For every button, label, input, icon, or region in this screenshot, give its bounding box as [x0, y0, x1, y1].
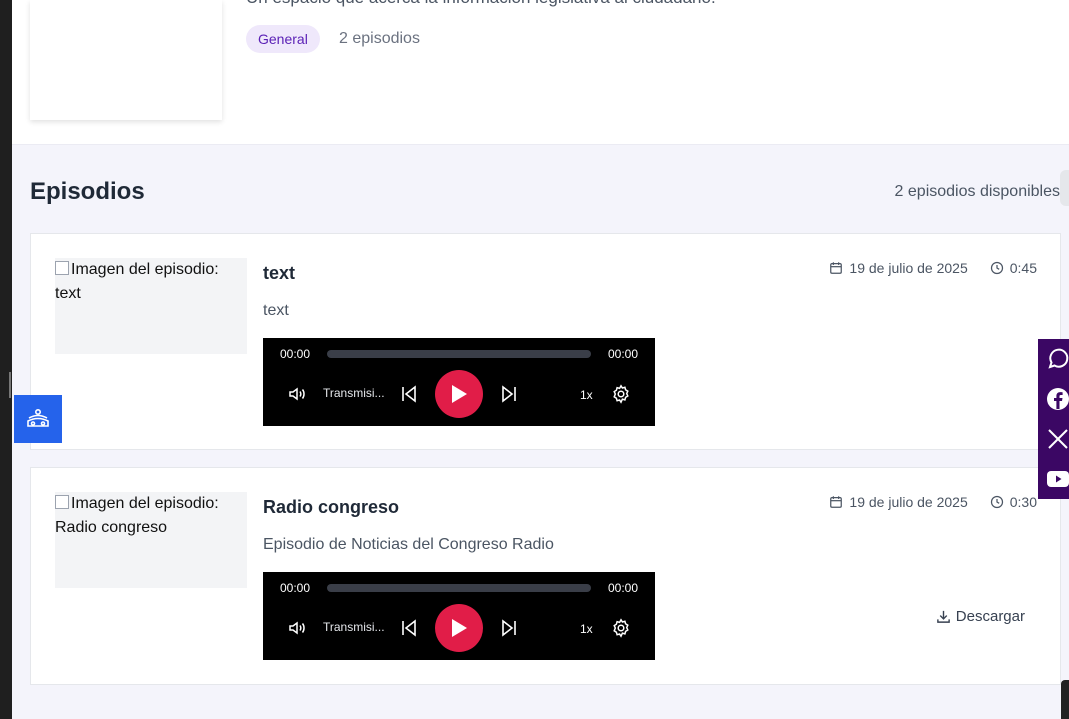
- episode-card: Imagen del episodio: text text text 19 d…: [30, 233, 1061, 450]
- playback-speed[interactable]: 1x: [580, 388, 593, 402]
- audio-player: 00:00 00:00 Transmisi... 1x: [263, 338, 655, 426]
- play-icon: [452, 619, 467, 637]
- episode-meta: 19 de julio de 2025 0:45: [829, 260, 1037, 276]
- episode-image: Imagen del episodio: Radio congreso: [55, 492, 247, 588]
- settings-icon[interactable]: [611, 618, 631, 638]
- episode-image-alt: Imagen del episodio: Radio congreso: [55, 495, 219, 536]
- total-time: 00:00: [607, 581, 638, 595]
- download-button[interactable]: Descargar: [936, 608, 1025, 625]
- stream-label: Transmisi...: [323, 386, 385, 400]
- download-icon: [936, 610, 950, 623]
- skip-forward-icon[interactable]: [500, 384, 518, 404]
- podcast-episode-count: 2 episodios: [339, 30, 420, 47]
- window-left-edge: [0, 0, 12, 719]
- podcast-description: Un espacio que acerca la información leg…: [246, 0, 716, 8]
- episode-date: 19 de julio de 2025: [849, 494, 968, 510]
- broken-image-icon: [55, 495, 69, 509]
- calendar-icon: [830, 496, 843, 508]
- episode-image-alt: Imagen del episodio: text: [55, 261, 219, 302]
- episode-description: Episodio de Noticias del Congreso Radio: [263, 536, 554, 553]
- clock-icon: [990, 261, 1003, 275]
- play-button[interactable]: [435, 370, 483, 418]
- episode-image: Imagen del episodio: text: [55, 258, 247, 354]
- volume-icon[interactable]: [287, 618, 307, 638]
- episode-title[interactable]: text: [263, 263, 295, 284]
- skip-back-icon[interactable]: [400, 384, 418, 404]
- episodes-heading: Episodios: [30, 178, 145, 205]
- episodes-available-count: 2 episodios disponibles: [894, 183, 1060, 200]
- calendar-icon: [830, 262, 843, 274]
- youtube-icon[interactable]: [1046, 467, 1069, 491]
- broken-image-icon: [55, 261, 69, 275]
- skip-back-icon[interactable]: [400, 618, 418, 638]
- episode-date: 19 de julio de 2025: [849, 260, 968, 276]
- playback-speed[interactable]: 1x: [580, 622, 593, 636]
- current-time: 00:00: [280, 347, 311, 361]
- play-button[interactable]: [435, 604, 483, 652]
- facebook-icon[interactable]: [1046, 387, 1069, 411]
- progress-bar[interactable]: [327, 350, 591, 358]
- episode-description: text: [263, 302, 289, 319]
- category-badge[interactable]: General: [246, 25, 320, 53]
- x-icon[interactable]: [1046, 427, 1069, 451]
- accessibility-icon: [27, 408, 49, 427]
- episode-duration: 0:45: [1009, 260, 1037, 276]
- clock-icon: [990, 495, 1003, 509]
- scroll-to-top-button[interactable]: [1061, 680, 1069, 719]
- audio-player: 00:00 00:00 Transmisi... 1x: [263, 572, 655, 660]
- episode-meta: 19 de julio de 2025 0:30: [829, 494, 1037, 510]
- resize-handle[interactable]: [9, 372, 11, 398]
- episode-title[interactable]: Radio congreso: [263, 497, 399, 518]
- volume-icon[interactable]: [287, 384, 307, 404]
- episode-duration: 0:30: [1009, 494, 1037, 510]
- progress-bar[interactable]: [327, 584, 591, 592]
- settings-icon[interactable]: [611, 384, 631, 404]
- play-icon: [452, 385, 467, 403]
- current-time: 00:00: [280, 581, 311, 595]
- total-time: 00:00: [607, 347, 638, 361]
- podcast-cover: [30, 0, 222, 120]
- download-label: Descargar: [955, 608, 1025, 625]
- stream-label: Transmisi...: [323, 620, 385, 634]
- floating-corner-button[interactable]: [1060, 170, 1069, 206]
- whatsapp-icon[interactable]: [1046, 347, 1069, 371]
- accessibility-button[interactable]: [14, 395, 62, 443]
- episode-card: Imagen del episodio: Radio congreso Radi…: [30, 467, 1061, 685]
- skip-forward-icon[interactable]: [500, 618, 518, 638]
- social-sidebar: [1038, 339, 1069, 499]
